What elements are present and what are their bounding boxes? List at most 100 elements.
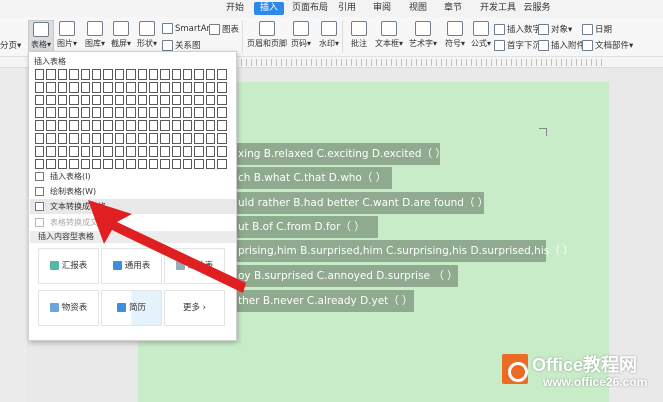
shape-button[interactable]: 形状▾ bbox=[134, 20, 160, 54]
grid-cell[interactable] bbox=[35, 120, 45, 131]
grid-cell[interactable] bbox=[69, 145, 79, 157]
insert-number-button[interactable]: 插入数字 bbox=[494, 23, 541, 35]
grid-cell[interactable] bbox=[69, 94, 79, 106]
doc-line-6[interactable]: oy B.surprised C.annoyed D.surprise （ ） bbox=[234, 265, 458, 287]
grid-cell[interactable] bbox=[126, 107, 136, 119]
table-size-grid[interactable] bbox=[34, 68, 233, 173]
grid-cell[interactable] bbox=[91, 94, 102, 106]
grid-cell[interactable] bbox=[46, 69, 56, 80]
grid-cell[interactable] bbox=[91, 158, 102, 170]
grid-cell[interactable] bbox=[183, 107, 193, 119]
grid-cell[interactable] bbox=[217, 107, 227, 119]
doc-line-1[interactable]: xing B.relaxed C.exciting D.excited（ ） bbox=[234, 143, 446, 165]
grid-cell[interactable] bbox=[217, 81, 227, 93]
grid-cell[interactable] bbox=[35, 107, 45, 119]
grid-cell[interactable] bbox=[126, 69, 136, 80]
grid-cell[interactable] bbox=[80, 107, 90, 119]
grid-cell[interactable] bbox=[183, 158, 193, 170]
grid-cell[interactable] bbox=[205, 94, 216, 106]
grid-cell[interactable] bbox=[137, 94, 147, 106]
grid-cell[interactable] bbox=[57, 132, 68, 144]
object-button[interactable]: 对象▾ bbox=[538, 23, 572, 35]
grid-cell[interactable] bbox=[114, 158, 125, 170]
wordart-button[interactable]: 艺术字▾ bbox=[409, 20, 437, 54]
tab-chapter[interactable]: 章节 bbox=[443, 2, 463, 15]
smartart-button[interactable]: SmartArt bbox=[162, 23, 213, 34]
grid-cell[interactable] bbox=[217, 145, 227, 157]
grid-cell[interactable] bbox=[69, 107, 79, 119]
grid-cell[interactable] bbox=[91, 69, 102, 80]
drop-cap-button[interactable]: 首字下沉 bbox=[494, 39, 541, 51]
grid-cell[interactable] bbox=[35, 132, 45, 144]
grid-cell[interactable] bbox=[80, 158, 90, 170]
grid-cell[interactable] bbox=[137, 145, 147, 157]
grid-cell[interactable] bbox=[103, 120, 113, 131]
grid-cell[interactable] bbox=[57, 107, 68, 119]
grid-cell[interactable] bbox=[91, 120, 102, 131]
grid-cell[interactable] bbox=[171, 81, 182, 93]
grid-cell[interactable] bbox=[205, 158, 216, 170]
grid-cell[interactable] bbox=[205, 145, 216, 157]
grid-cell[interactable] bbox=[80, 69, 90, 80]
grid-cell[interactable] bbox=[80, 120, 90, 131]
doc-line-2[interactable]: ch B.what C.that D.who（ ） bbox=[234, 167, 392, 189]
grid-cell[interactable] bbox=[183, 69, 193, 80]
doc-line-3[interactable]: uld rather B.had better C.want D.are fou… bbox=[234, 192, 488, 214]
grid-cell[interactable] bbox=[69, 132, 79, 144]
grid-cell[interactable] bbox=[148, 94, 159, 106]
doc-line-7[interactable]: ther B.never C.already D.yet（ ） bbox=[234, 290, 414, 312]
grid-cell[interactable] bbox=[46, 132, 56, 144]
grid-cell[interactable] bbox=[35, 69, 45, 80]
tab-review[interactable]: 审阅 bbox=[372, 2, 392, 15]
grid-cell[interactable] bbox=[91, 132, 102, 144]
tab-view[interactable]: 视图 bbox=[408, 2, 428, 15]
grid-cell[interactable] bbox=[137, 132, 147, 144]
grid-cell[interactable] bbox=[57, 158, 68, 170]
grid-cell[interactable] bbox=[183, 81, 193, 93]
relation-chart-button[interactable]: 关系图 bbox=[162, 39, 201, 51]
tab-page-layout[interactable]: 页面布局 bbox=[290, 2, 330, 15]
grid-cell[interactable] bbox=[148, 120, 159, 131]
grid-cell[interactable] bbox=[126, 94, 136, 106]
tab-references[interactable]: 引用 bbox=[337, 2, 357, 15]
grid-cell[interactable] bbox=[217, 132, 227, 144]
grid-cell[interactable] bbox=[137, 81, 147, 93]
grid-cell[interactable] bbox=[148, 158, 159, 170]
grid-cell[interactable] bbox=[137, 69, 147, 80]
grid-cell[interactable] bbox=[80, 132, 90, 144]
grid-cell[interactable] bbox=[160, 145, 170, 157]
grid-cell[interactable] bbox=[103, 132, 113, 144]
grid-cell[interactable] bbox=[183, 94, 193, 106]
grid-cell[interactable] bbox=[46, 94, 56, 106]
grid-cell[interactable] bbox=[126, 145, 136, 157]
grid-cell[interactable] bbox=[114, 132, 125, 144]
comment-button[interactable]: 批注 bbox=[346, 20, 372, 54]
grid-cell[interactable] bbox=[35, 158, 45, 170]
grid-cell[interactable] bbox=[46, 107, 56, 119]
grid-cell[interactable] bbox=[80, 81, 90, 93]
report-table-card[interactable]: 汇报表 bbox=[38, 248, 99, 284]
grid-cell[interactable] bbox=[114, 81, 125, 93]
doc-parts-button[interactable]: 文档部件▾ bbox=[582, 39, 633, 51]
grid-cell[interactable] bbox=[194, 107, 204, 119]
grid-cell[interactable] bbox=[57, 120, 68, 131]
grid-cell[interactable] bbox=[171, 145, 182, 157]
draw-table-item[interactable]: 绘制表格(W) bbox=[30, 184, 236, 199]
grid-cell[interactable] bbox=[148, 107, 159, 119]
grid-cell[interactable] bbox=[171, 158, 182, 170]
tab-insert[interactable]: 插入 bbox=[254, 2, 285, 15]
grid-cell[interactable] bbox=[194, 145, 204, 157]
grid-cell[interactable] bbox=[148, 69, 159, 80]
grid-cell[interactable] bbox=[35, 81, 45, 93]
grid-cell[interactable] bbox=[205, 69, 216, 80]
grid-cell[interactable] bbox=[148, 81, 159, 93]
insert-table-item[interactable]: 插入表格(I) bbox=[30, 169, 236, 184]
grid-cell[interactable] bbox=[205, 107, 216, 119]
grid-cell[interactable] bbox=[160, 69, 170, 80]
textbox-button[interactable]: 文本框▾ bbox=[375, 20, 403, 54]
grid-cell[interactable] bbox=[69, 69, 79, 80]
grid-cell[interactable] bbox=[171, 132, 182, 144]
text-to-table-item[interactable]: 文本转换成表格... bbox=[30, 199, 236, 214]
watermark-button[interactable]: 水印▾ bbox=[316, 20, 342, 54]
grid-cell[interactable] bbox=[69, 81, 79, 93]
